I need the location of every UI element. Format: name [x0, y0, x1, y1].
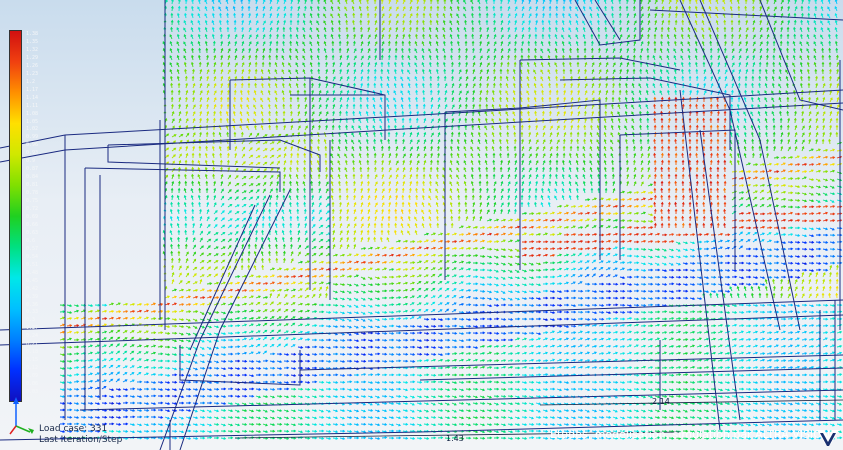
legend-tick-label: 1.29 [26, 54, 39, 61]
dimension-label-1: 1.43 [446, 434, 464, 443]
vector-arrows [59, 0, 843, 440]
legend-tick-label: 1.11 [26, 102, 39, 109]
legend-tick-label: 0.36 [26, 301, 39, 308]
legend-tick-label: 0.6 [26, 237, 36, 244]
legend-tick-label: 1.05 [26, 118, 39, 125]
legend-tick-label: 1.14 [26, 94, 39, 101]
legend-tick-label: 1.38 [26, 31, 39, 37]
legend-tick-label: 0.48 [26, 269, 39, 276]
legend-tick-label: 0.66 [26, 221, 39, 228]
legend-tick-label: 0.72 [26, 206, 39, 213]
legend-tick-label: 0.24 [26, 333, 39, 340]
legend-tick-label: 0.99 [26, 134, 39, 141]
legend-tick-label: 0.57 [26, 245, 39, 252]
dimension-label-2: 2.14 [652, 397, 670, 406]
legend-tick-label: 1.02 [26, 126, 39, 133]
load-case-label: Load case: 331 [39, 424, 108, 434]
legend-tick-label: 0.45 [26, 277, 39, 284]
legend-tick-label: 1.2 [26, 78, 36, 85]
legend-tick-label: 0.39 [26, 293, 39, 300]
legend-colorbar [9, 30, 22, 402]
legend-tick-label: 0.9 [26, 158, 36, 165]
legend-tick-label: 0.33 [26, 309, 39, 316]
credit-text: Etudes, modélisation, simulation par ALT… [550, 428, 831, 441]
legend-tick-label: 0.3 [26, 317, 36, 324]
legend-tick-label: 1.32 [26, 46, 39, 53]
axes-triad-icon [9, 397, 34, 435]
iteration-label: Last Iteration/Step [39, 435, 123, 445]
legend-tick-label: 0.18 [26, 349, 39, 356]
legend-tick-label: 0.78 [26, 190, 39, 197]
legend-tick-label: 0.69 [26, 214, 39, 220]
legend-tick-label: 0.84 [26, 174, 39, 181]
velocity-vector-field [0, 0, 843, 450]
legend-tick-label: 0.12 [26, 365, 39, 372]
legend-tick-label: 1.08 [26, 110, 39, 117]
legend-tick-label: 0.15 [26, 357, 39, 364]
legend-tick-label: 0.63 [26, 229, 39, 236]
legend-tick-label: 0.54 [26, 253, 39, 260]
legend-tick-label: 0.75 [26, 198, 39, 205]
legend-tick-label: 1.23 [26, 70, 39, 77]
legend-tick-label: 1.17 [26, 86, 39, 93]
legend-tick-label: 0.87 [26, 166, 39, 173]
legend-ticks: 0 0.03 0.06 0.09 0.12 0.15 0.18 0.21 0.24 0.27 0.3… [26, 30, 48, 403]
legend-tick-label: 0.96 [26, 142, 39, 149]
legend-tick-label: 0.06 [26, 381, 39, 388]
legend-tick-label: 0.93 [26, 150, 39, 157]
cfd-viewport[interactable]: 0 0.03 0.06 0.09 0.12 0.15 0.18 0.21 0.24 0.27 0.3… [0, 0, 843, 450]
legend-tick-label: 1.26 [26, 62, 39, 69]
altra-vision-logo-icon [817, 430, 839, 446]
legend-tick-label: 0.09 [26, 373, 39, 380]
legend-tick-label: 0.27 [26, 325, 39, 332]
legend-tick-label: 0.51 [26, 261, 39, 268]
legend-tick-label: 0.42 [26, 285, 39, 292]
legend-tick-label: 0.81 [26, 182, 39, 189]
legend-tick-label: 0.21 [26, 341, 39, 348]
load-case-info: Load case: 331 Last Iteration/Step [39, 424, 122, 446]
legend-tick-label: 1.35 [26, 38, 39, 45]
